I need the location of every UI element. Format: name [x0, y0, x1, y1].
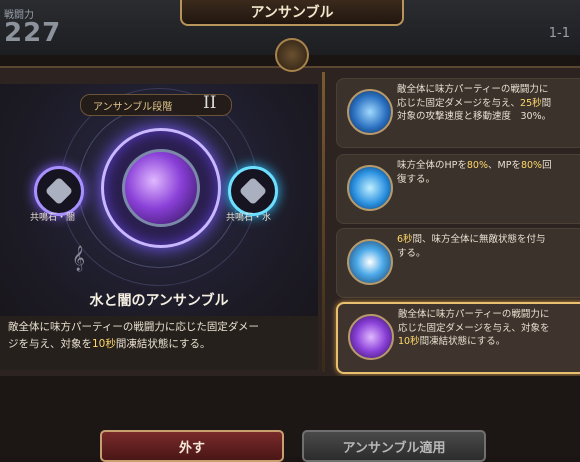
card-text: 敵全体に味方パーティーの戦闘力に 応じた固定ダメージを与え、対象を 10秒間凍結… [398, 308, 580, 349]
ensemble-card-3[interactable]: 6秒間、味方全体に無敵状態を付与 する。 [336, 228, 580, 298]
card-line: 応じた固定ダメージを与え、対象を [398, 322, 550, 334]
rank-label: アンサンブル段階 [93, 102, 173, 113]
title-banner: アンサンブル [180, 0, 404, 26]
desc-line-2: ジを与え、対象を10秒間凍結状態にする。 [8, 336, 310, 353]
ornament-icon [275, 38, 309, 72]
card-highlight: 6秒 [397, 234, 413, 245]
card-line: 対象の攻撃速度と移動速度 30%。 [397, 111, 552, 122]
card-text: 味方全体のHPを80%、MPを80%回 復する。 [397, 159, 579, 186]
card-line: 6秒間、味方全体に無敵状態を付与 [397, 233, 579, 247]
card-text-part: 味方全体のHPを [397, 160, 467, 171]
desc-highlight: 10秒 [92, 338, 116, 350]
water-stone-slot[interactable] [228, 166, 278, 216]
desc-line-1: 敵全体に味方パーティーの戦闘力に応じた固定ダメー [8, 321, 260, 333]
water-orb-icon [347, 89, 393, 135]
dark-stone-icon [44, 176, 74, 206]
bottom-bar [0, 376, 580, 457]
card-line: する。 [397, 247, 426, 259]
card-highlight: 80% [520, 160, 543, 171]
card-text: 敵全体に味方パーティーの戦闘力に 応じた固定ダメージを与え、25秒間 対象の攻撃… [397, 83, 579, 124]
left-stone-label: 共鳴石・闇 [30, 213, 76, 223]
card-line: 敵全体に味方パーティーの戦闘力に [398, 309, 550, 320]
card-line: 復する。 [397, 173, 436, 185]
dark-stone-slot[interactable] [34, 166, 84, 216]
card-highlight: 25秒 [520, 97, 542, 109]
card-line: 応じた固定ダメージを与え、25秒間 [397, 97, 579, 111]
shield-orb-icon [347, 239, 393, 285]
rank-value: II [203, 93, 217, 113]
apply-ensemble-button[interactable]: アンサンブル適用 [302, 430, 486, 462]
quill-icon: 𝄞 [72, 246, 86, 271]
stage-label: 1-1 [548, 26, 570, 41]
card-text-part: 間 [541, 97, 552, 109]
card-text: 6秒間、味方全体に無敵状態を付与 する。 [397, 233, 579, 260]
desc-text: ジを与え、対象を [8, 338, 92, 350]
card-text-part: 間凍結状態にする。 [419, 336, 506, 347]
page-title: アンサンブル [250, 5, 334, 21]
ensemble-name: 水と闇のアンサンブル [89, 293, 229, 309]
card-text-part: 間、味方全体に無敵状態を付与 [412, 234, 546, 245]
ensemble-description: 敵全体に味方パーティーの戦闘力に応じた固定ダメー ジを与え、対象を10秒間凍結状… [0, 316, 318, 370]
water-stone-icon [238, 176, 268, 206]
ensemble-card-4-selected[interactable]: 敵全体に味方パーティーの戦闘力に 応じた固定ダメージを与え、対象を 10秒間凍結… [336, 302, 580, 374]
dark-water-orb-icon [122, 149, 200, 227]
ensemble-card-2[interactable]: 味方全体のHPを80%、MPを80%回 復する。 [336, 154, 580, 224]
heal-orb-icon [347, 165, 393, 211]
right-stone-label: 共鳴石・水 [226, 213, 272, 223]
card-line: 敵全体に味方パーティーの戦闘力に [397, 84, 549, 95]
power-value: 227 [4, 18, 62, 48]
divider [322, 72, 325, 372]
card-text-part: 、MPを [488, 160, 521, 171]
remove-button[interactable]: 外す [100, 430, 284, 462]
card-line: 味方全体のHPを80%、MPを80%回 [397, 159, 579, 173]
card-text-part: 応じた固定ダメージを与え、 [397, 97, 521, 109]
rank-tag: アンサンブル段階 II [80, 93, 232, 116]
card-highlight: 80% [466, 160, 488, 171]
card-text-part: 回 [542, 160, 552, 171]
card-highlight: 10秒 [398, 336, 420, 347]
desc-text: 間凍結状態にする。 [115, 338, 211, 350]
dark-water-orb-icon [348, 314, 394, 360]
ensemble-card-1[interactable]: 敵全体に味方パーティーの戦闘力に 応じた固定ダメージを与え、25秒間 対象の攻撃… [336, 78, 580, 148]
card-line: 10秒間凍結状態にする。 [398, 335, 580, 349]
